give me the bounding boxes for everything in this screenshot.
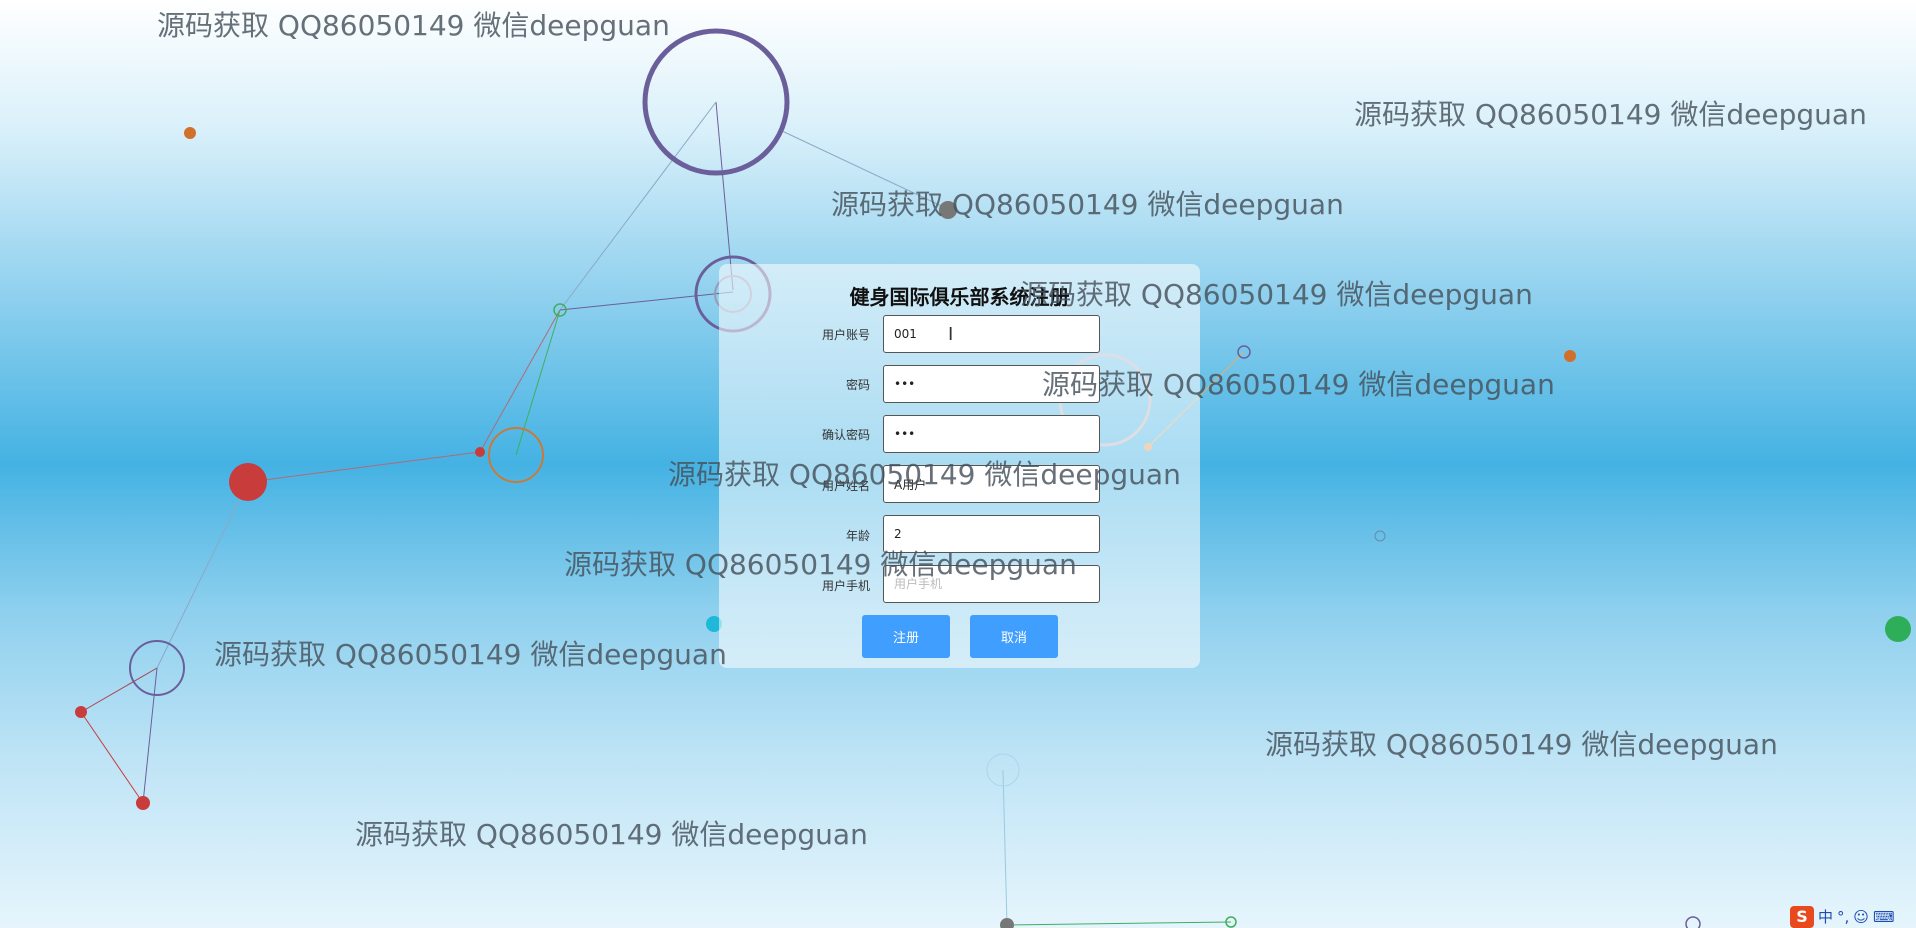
network-dot-red xyxy=(229,463,267,501)
network-dot xyxy=(75,706,87,718)
network-link xyxy=(80,711,144,804)
ime-toolbar[interactable]: S 中 °, ☺ ⌨ xyxy=(1790,905,1895,928)
account-label: 用户账号 xyxy=(821,328,870,342)
cancel-button[interactable]: 取消 xyxy=(970,615,1058,658)
watermark: 源码获取 QQ86050149 微信deepguan xyxy=(831,188,1344,221)
register-button[interactable]: 注册 xyxy=(862,615,950,658)
network-link xyxy=(559,101,717,311)
network-dot xyxy=(1000,918,1014,928)
network-dot xyxy=(1885,616,1911,642)
watermark: 源码获取 QQ86050149 微信deepguan xyxy=(157,9,670,42)
network-dot xyxy=(1685,916,1701,928)
network-dot xyxy=(136,796,150,810)
confirm-password-input[interactable] xyxy=(883,415,1100,453)
network-link xyxy=(715,101,734,291)
network-link xyxy=(559,291,734,311)
network-link xyxy=(142,667,158,804)
network-dot xyxy=(1374,530,1386,542)
network-link xyxy=(1006,921,1232,926)
account-input[interactable] xyxy=(883,315,1100,353)
network-dot xyxy=(184,127,196,139)
network-dot xyxy=(475,447,485,457)
network-link xyxy=(479,309,561,453)
age-label: 年龄 xyxy=(845,529,870,543)
ime-punctuation-icon[interactable]: °, xyxy=(1837,908,1849,926)
watermark: 源码获取 QQ86050149 微信deepguan xyxy=(668,458,1181,491)
watermark: 源码获取 QQ86050149 微信deepguan xyxy=(355,818,868,851)
ime-keyboard-icon[interactable]: ⌨ xyxy=(1873,908,1895,926)
watermark: 源码获取 QQ86050149 微信deepguan xyxy=(564,548,1077,581)
ime-emoji-icon[interactable]: ☺ xyxy=(1853,908,1869,926)
watermark: 源码获取 QQ86050149 微信deepguan xyxy=(1265,728,1778,761)
network-link xyxy=(247,451,481,483)
watermark: 源码获取 QQ86050149 微信deepguan xyxy=(214,638,727,671)
network-link xyxy=(515,309,561,456)
confirm-password-label: 确认密码 xyxy=(821,428,870,442)
password-label: 密码 xyxy=(845,378,870,392)
watermark: 源码获取 QQ86050149 微信deepguan xyxy=(1354,98,1867,131)
ime-logo-icon[interactable]: S xyxy=(1790,905,1814,928)
watermark: 源码获取 QQ86050149 微信deepguan xyxy=(1042,368,1555,401)
text-cursor-icon: I xyxy=(948,324,954,345)
network-link xyxy=(1002,769,1008,926)
watermark: 源码获取 QQ86050149 微信deepguan xyxy=(1020,278,1533,311)
network-dot xyxy=(1564,350,1576,362)
network-link xyxy=(80,667,158,713)
ime-language-indicator[interactable]: 中 xyxy=(1818,906,1833,927)
